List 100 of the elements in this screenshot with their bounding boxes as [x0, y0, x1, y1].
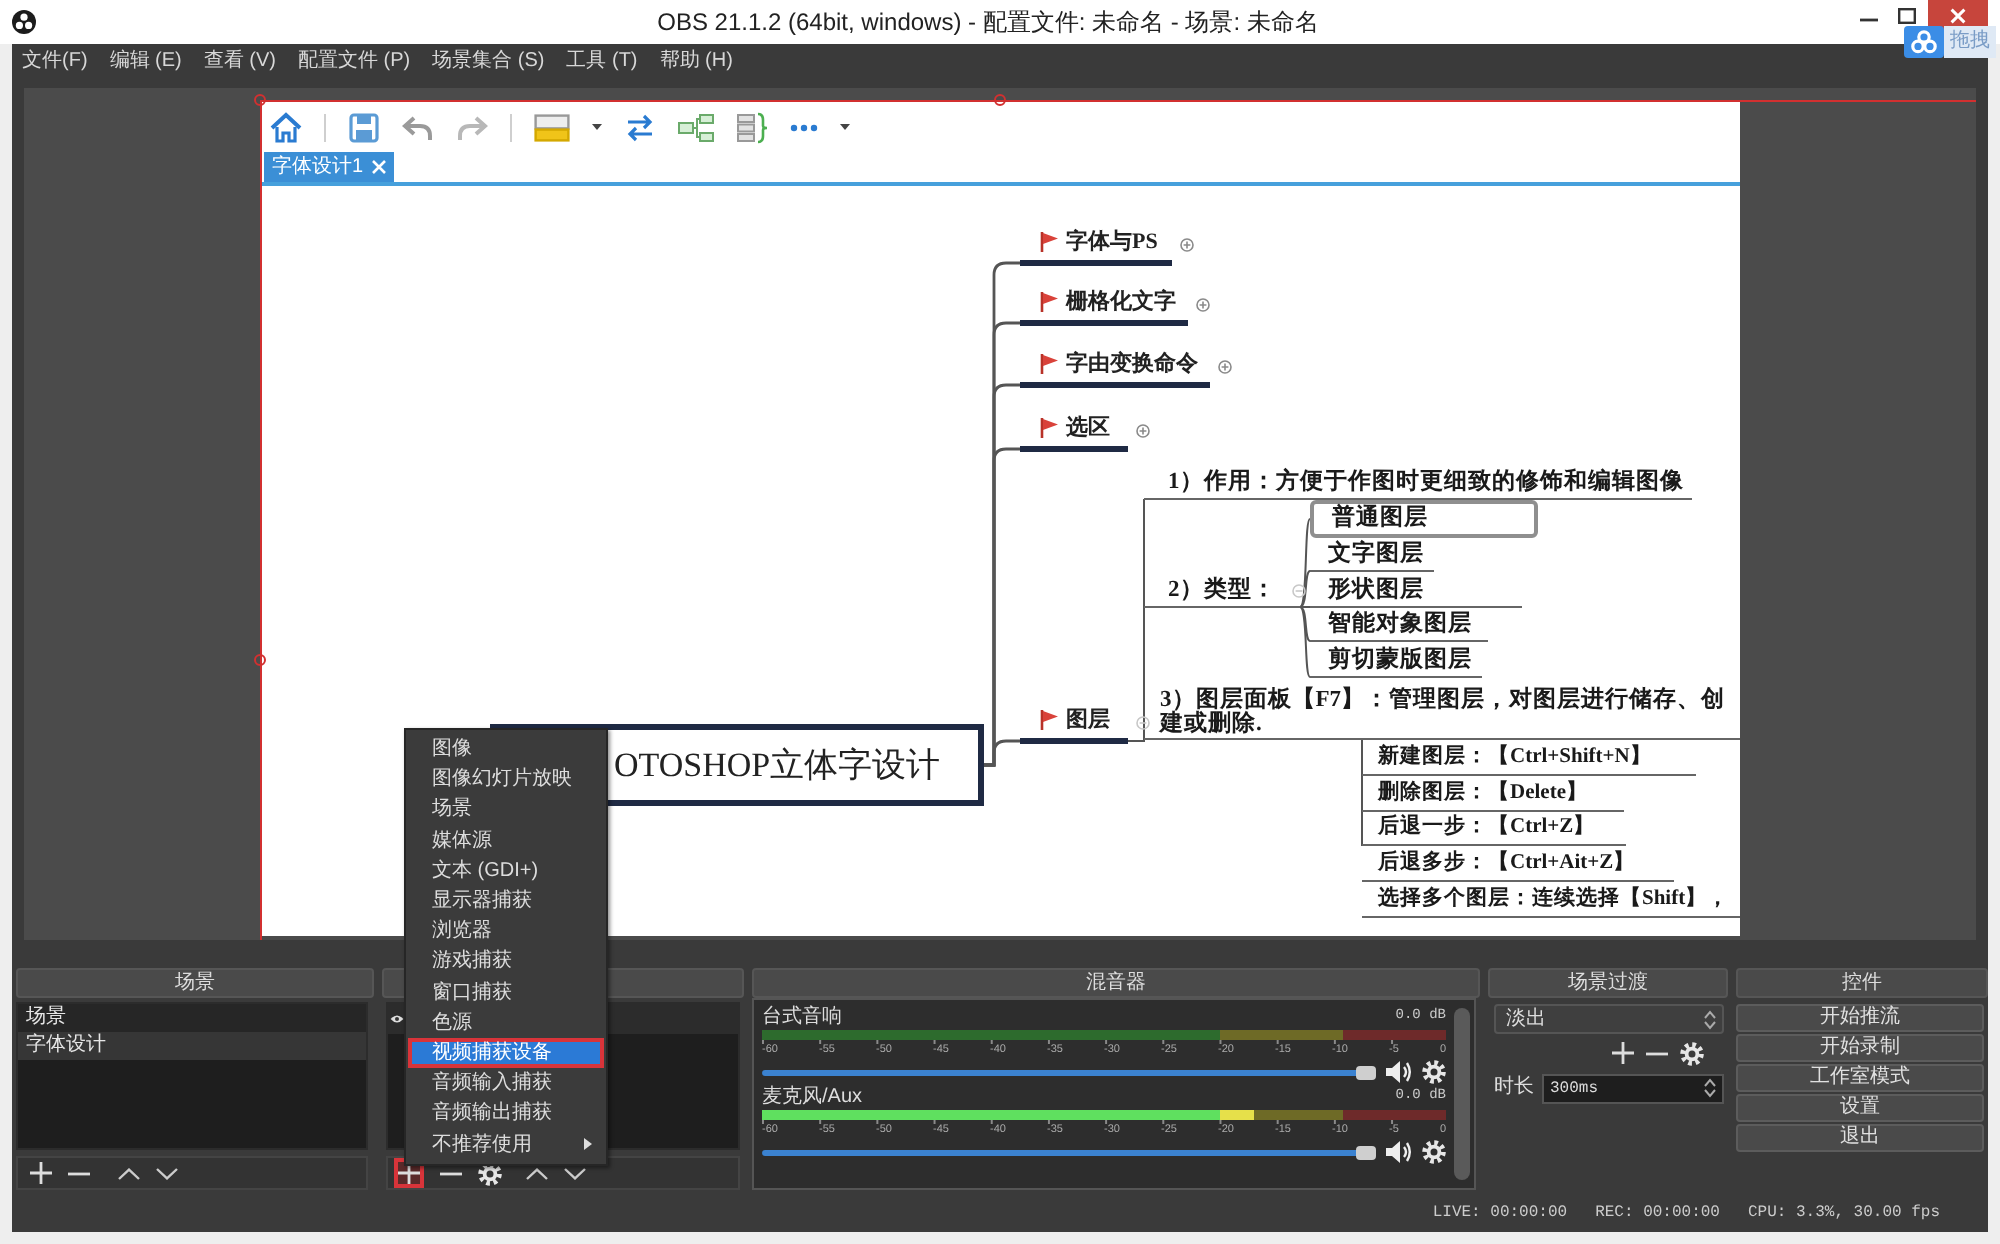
settings-icon[interactable] — [1680, 1041, 1704, 1065]
menu-item[interactable]: 浏览器 — [408, 916, 604, 947]
menu-item[interactable]: 帮助 (H) — [659, 50, 733, 74]
control-button[interactable]: 工作室模式 — [1736, 1064, 1984, 1092]
subtopic[interactable]: 1）作用：方便于作图时更细致的修饰和编辑图像 — [1144, 466, 1692, 500]
scrollbar[interactable] — [1454, 1008, 1470, 1180]
minimize-icon[interactable] — [1860, 18, 1878, 22]
expand-toggle-icon[interactable] — [1136, 424, 1150, 438]
collapse-toggle-icon[interactable] — [1136, 716, 1150, 730]
subtopic[interactable]: 剪切蒙版图层 — [1310, 644, 1482, 678]
control-button[interactable]: 开始录制 — [1736, 1034, 1984, 1062]
resize-handle[interactable] — [254, 94, 266, 106]
expand-toggle-icon[interactable] — [1218, 360, 1232, 374]
live-status: LIVE: 00:00:00 — [1432, 1204, 1568, 1224]
branch-label: 栅格化文字 — [1066, 288, 1176, 316]
undo-icon[interactable] — [402, 111, 434, 143]
branch-node[interactable]: 字由变换命令 — [1020, 346, 1210, 388]
speaker-icon[interactable] — [1386, 1060, 1412, 1084]
control-button[interactable]: 开始推流 — [1736, 1004, 1984, 1032]
move-up-icon[interactable] — [118, 1167, 140, 1179]
subtopic[interactable]: 选择多个图层：连续选择【Shift】， — [1362, 884, 1740, 918]
volume-slider[interactable] — [762, 1145, 1376, 1159]
menu-item[interactable]: 文件(F) — [22, 50, 88, 74]
diagram-icon[interactable] — [678, 113, 714, 141]
speaker-icon[interactable] — [1386, 1140, 1412, 1164]
menu-item[interactable]: 窗口捕获 — [408, 977, 604, 1008]
menu-item[interactable]: 显示器捕获 — [408, 885, 604, 917]
move-down-icon[interactable] — [564, 1167, 586, 1179]
expand-toggle-icon[interactable] — [1180, 238, 1194, 252]
bracket-icon[interactable] — [736, 111, 768, 143]
subtopic[interactable]: 后退多步：【Ctrl+Ait+Z】 — [1362, 848, 1674, 882]
subtopic[interactable]: 新建图层：【Ctrl+Shift+N】 — [1362, 742, 1696, 776]
duration-field[interactable]: 300ms — [1542, 1073, 1724, 1103]
branch-node[interactable]: 图层 — [1020, 702, 1128, 744]
scene-item[interactable]: 场景 — [18, 1004, 366, 1032]
slider-handle[interactable] — [1356, 1065, 1376, 1079]
menu-item[interactable]: 工具 (T) — [566, 50, 638, 74]
menu-item[interactable]: 不推荐使用 — [408, 1128, 604, 1160]
branch-node[interactable]: 栅格化文字 — [1020, 284, 1188, 326]
caret-icon[interactable] — [840, 124, 850, 130]
menu-item[interactable]: 查看 (V) — [203, 50, 276, 74]
menu-item[interactable]: 音频输出捕获 — [408, 1098, 604, 1129]
control-button[interactable]: 设置 — [1736, 1094, 1984, 1122]
resize-handle[interactable] — [254, 654, 266, 666]
subtopic[interactable]: 删除图层：【Delete】 — [1362, 778, 1624, 812]
menu-item[interactable]: 配置文件 (P) — [298, 50, 411, 74]
move-up-icon[interactable] — [526, 1167, 548, 1179]
expand-toggle-icon[interactable] — [1196, 298, 1210, 312]
scene-item[interactable]: 字体设计 — [18, 1032, 366, 1060]
subtopic[interactable]: 形状图层 — [1310, 574, 1522, 608]
add-icon[interactable] — [30, 1162, 52, 1184]
branch-label: 选区 — [1066, 414, 1110, 442]
spinner-arrows-icon — [1704, 1078, 1716, 1098]
swap-arrows-icon[interactable] — [624, 113, 656, 141]
settings-icon[interactable] — [478, 1161, 502, 1185]
menu-item[interactable]: 色源 — [408, 1007, 604, 1038]
resize-handle[interactable] — [994, 94, 1006, 106]
save-icon[interactable] — [348, 111, 380, 143]
volume-slider[interactable] — [762, 1065, 1376, 1079]
branch-node[interactable]: 选区 — [1020, 410, 1128, 452]
menu-item[interactable]: 媒体源 — [408, 825, 604, 856]
menu-item[interactable]: 场景集合 (S) — [432, 50, 545, 74]
menu-item[interactable]: 编辑 (E) — [109, 50, 182, 74]
flag-icon — [1040, 710, 1058, 730]
subtopic[interactable]: 普通图层 — [1310, 500, 1538, 538]
settings-icon[interactable] — [1422, 1140, 1446, 1164]
settings-icon[interactable] — [1422, 1060, 1446, 1084]
flag-icon — [1040, 292, 1058, 312]
dock-title: 场景 — [16, 968, 374, 998]
highlight-box-icon[interactable] — [534, 113, 570, 141]
caret-icon[interactable] — [592, 124, 602, 130]
menu-item[interactable]: 游戏捕获 — [408, 946, 604, 977]
control-button[interactable]: 退出 — [1736, 1124, 1984, 1152]
close-icon[interactable] — [371, 160, 386, 174]
subtopic[interactable]: 文字图层 — [1310, 538, 1434, 572]
maximize-icon[interactable] — [1898, 8, 1916, 24]
subtopic[interactable]: 智能对象图层 — [1310, 608, 1488, 642]
eye-icon[interactable] — [390, 1014, 404, 1024]
flag-icon — [1040, 354, 1058, 374]
subtopic[interactable]: 3）图层面板【F7】：管理图层，对图层进行储存、创建或删除. — [1144, 688, 1740, 740]
channel-name: 麦克风/Aux — [762, 1086, 863, 1108]
slider-handle[interactable] — [1356, 1145, 1376, 1159]
branch-label: 图层 — [1066, 706, 1110, 734]
flag-icon — [1040, 232, 1058, 252]
add-icon[interactable] — [1612, 1042, 1634, 1064]
subtopic[interactable]: 2）类型： — [1144, 574, 1300, 608]
menu-item[interactable]: 视频捕获设备 — [408, 1037, 604, 1069]
menu-item[interactable]: 文本 (GDI+) — [408, 855, 604, 886]
cpu-status: CPU: 3.3%, 30.00 fps — [1747, 1204, 1940, 1224]
branch-node[interactable]: 字体与PS — [1020, 224, 1172, 266]
collapse-toggle-icon[interactable] — [1292, 584, 1306, 598]
dock-title: 场景过渡 — [1488, 968, 1728, 998]
home-icon[interactable] — [270, 111, 302, 143]
transition-dropdown[interactable]: 淡出 — [1494, 1004, 1724, 1034]
menu-item[interactable]: 音频输入捕获 — [408, 1068, 604, 1099]
add-icon — [398, 1162, 420, 1184]
more-icon[interactable] — [790, 123, 818, 131]
subtopic[interactable]: 后退一步：【Ctrl+Z】 — [1362, 812, 1626, 846]
move-down-icon[interactable] — [156, 1167, 178, 1179]
spinner-arrows-icon — [1704, 1009, 1716, 1029]
